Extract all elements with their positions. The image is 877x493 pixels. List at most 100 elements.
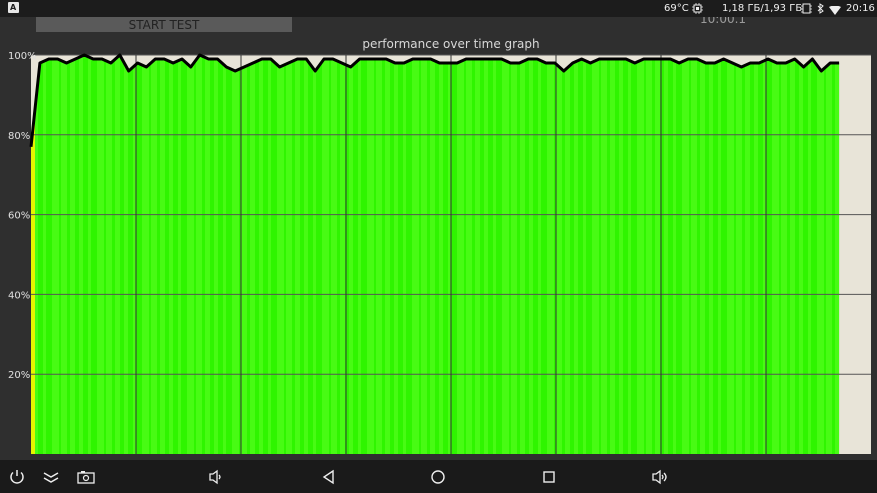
fill-stripe <box>601 55 607 454</box>
back-icon[interactable] <box>320 468 338 486</box>
fill-stripe <box>520 55 525 454</box>
status-bar: 69°C 1,18 ГБ/1,93 ГБ 20:16 <box>0 0 877 17</box>
fill-stripe <box>52 55 59 454</box>
fill-stripe <box>592 55 599 454</box>
fill-stripe <box>475 55 480 454</box>
temperature-text: 69°C <box>664 3 689 14</box>
fill-stripe <box>502 55 509 454</box>
fill-stripe <box>430 55 435 454</box>
navigation-bar <box>0 460 877 493</box>
fill-stripe <box>745 55 750 454</box>
fill-stripe <box>178 55 181 454</box>
y-tick-label: 60% <box>8 211 30 222</box>
performance-fill <box>31 55 840 454</box>
fill-stripe <box>142 55 149 454</box>
fill-stripe <box>637 55 644 454</box>
fill-stripe <box>349 55 353 454</box>
fill-stripe <box>250 55 255 454</box>
fill-stripe <box>106 55 112 454</box>
fill-stripe <box>43 55 46 454</box>
fill-stripe <box>412 55 419 454</box>
fill-stripe <box>88 55 91 454</box>
expand-icon[interactable] <box>42 468 60 486</box>
fill-stripe <box>736 55 742 454</box>
fill-stripe <box>826 55 832 454</box>
y-tick-label: 20% <box>8 370 30 381</box>
fill-stripe <box>691 55 697 454</box>
fill-stripe <box>205 55 210 454</box>
y-tick-label: 40% <box>8 290 30 301</box>
fill-stripe <box>700 55 705 454</box>
fill-stripe <box>331 55 337 454</box>
performance-chart: 100% 80% 60% 40% 20% <box>8 51 871 454</box>
fill-stripe <box>709 55 713 454</box>
y-tick-label: 100% <box>8 51 37 62</box>
fill-stripe <box>583 55 586 454</box>
fill-stripe <box>97 55 104 454</box>
volume-down-icon[interactable] <box>207 468 225 486</box>
fill-stripe <box>529 55 533 454</box>
fill-stripe <box>403 55 406 454</box>
fill-stripe <box>511 55 517 454</box>
fill-stripe <box>799 55 803 454</box>
fill-stripe <box>304 55 308 454</box>
fill-stripe <box>817 55 824 454</box>
fill-stripe <box>61 55 67 454</box>
fill-stripe <box>808 55 811 454</box>
fill-stripe <box>241 55 247 454</box>
fill-stripe <box>682 55 689 454</box>
fill-stripe <box>115 55 120 454</box>
power-icon[interactable] <box>8 468 26 486</box>
recents-icon[interactable] <box>540 468 558 486</box>
fill-stripe <box>394 55 398 454</box>
fill-stripe <box>565 55 570 454</box>
fill-stripe <box>268 55 271 454</box>
fill-stripe <box>223 55 226 454</box>
fill-stripe <box>466 55 472 454</box>
fill-stripe <box>232 55 239 454</box>
fill-stripe <box>124 55 128 454</box>
fill-stripe <box>457 55 464 454</box>
fill-stripe <box>313 55 316 454</box>
fill-stripe <box>367 55 374 454</box>
fill-stripe <box>673 55 676 454</box>
fill-stripe <box>781 55 787 454</box>
fill-stripe <box>574 55 578 454</box>
fill-stripe <box>664 55 668 454</box>
volume-up-icon[interactable] <box>651 468 669 486</box>
app-notification-icon <box>8 0 19 16</box>
fill-stripe <box>439 55 443 454</box>
fill-stripe <box>421 55 427 454</box>
fill-stripe <box>358 55 361 454</box>
fill-stripe <box>727 55 734 454</box>
fill-stripe <box>196 55 202 454</box>
fill-stripe <box>286 55 292 454</box>
memory-usage-text: 1,18 ГБ/1,93 ГБ <box>722 3 803 14</box>
fill-stripe <box>259 55 263 454</box>
fill-stripe <box>187 55 194 454</box>
fill-stripe <box>538 55 541 454</box>
fill-stripe <box>214 55 218 454</box>
fill-stripe <box>70 55 75 454</box>
fill-stripe <box>556 55 562 454</box>
home-icon[interactable] <box>429 468 447 486</box>
fill-stripe <box>628 55 631 454</box>
fill-stripe <box>385 55 390 454</box>
fill-stripe <box>151 55 157 454</box>
fill-stripe <box>610 55 615 454</box>
fill-stripe <box>295 55 300 454</box>
fill-stripe <box>160 55 165 454</box>
fill-stripe <box>619 55 623 454</box>
fill-stripe <box>655 55 660 454</box>
fill-stripe <box>790 55 795 454</box>
fill-stripe <box>484 55 488 454</box>
fill-stripe <box>547 55 554 454</box>
fill-stripe <box>493 55 496 454</box>
fill-stripe <box>277 55 284 454</box>
fill-stripe <box>340 55 345 454</box>
fill-stripe <box>376 55 382 454</box>
clock-text: 20:16 <box>846 3 875 14</box>
screenshot-icon[interactable] <box>77 468 95 486</box>
fill-stripe <box>754 55 758 454</box>
fill-stripe <box>169 55 173 454</box>
